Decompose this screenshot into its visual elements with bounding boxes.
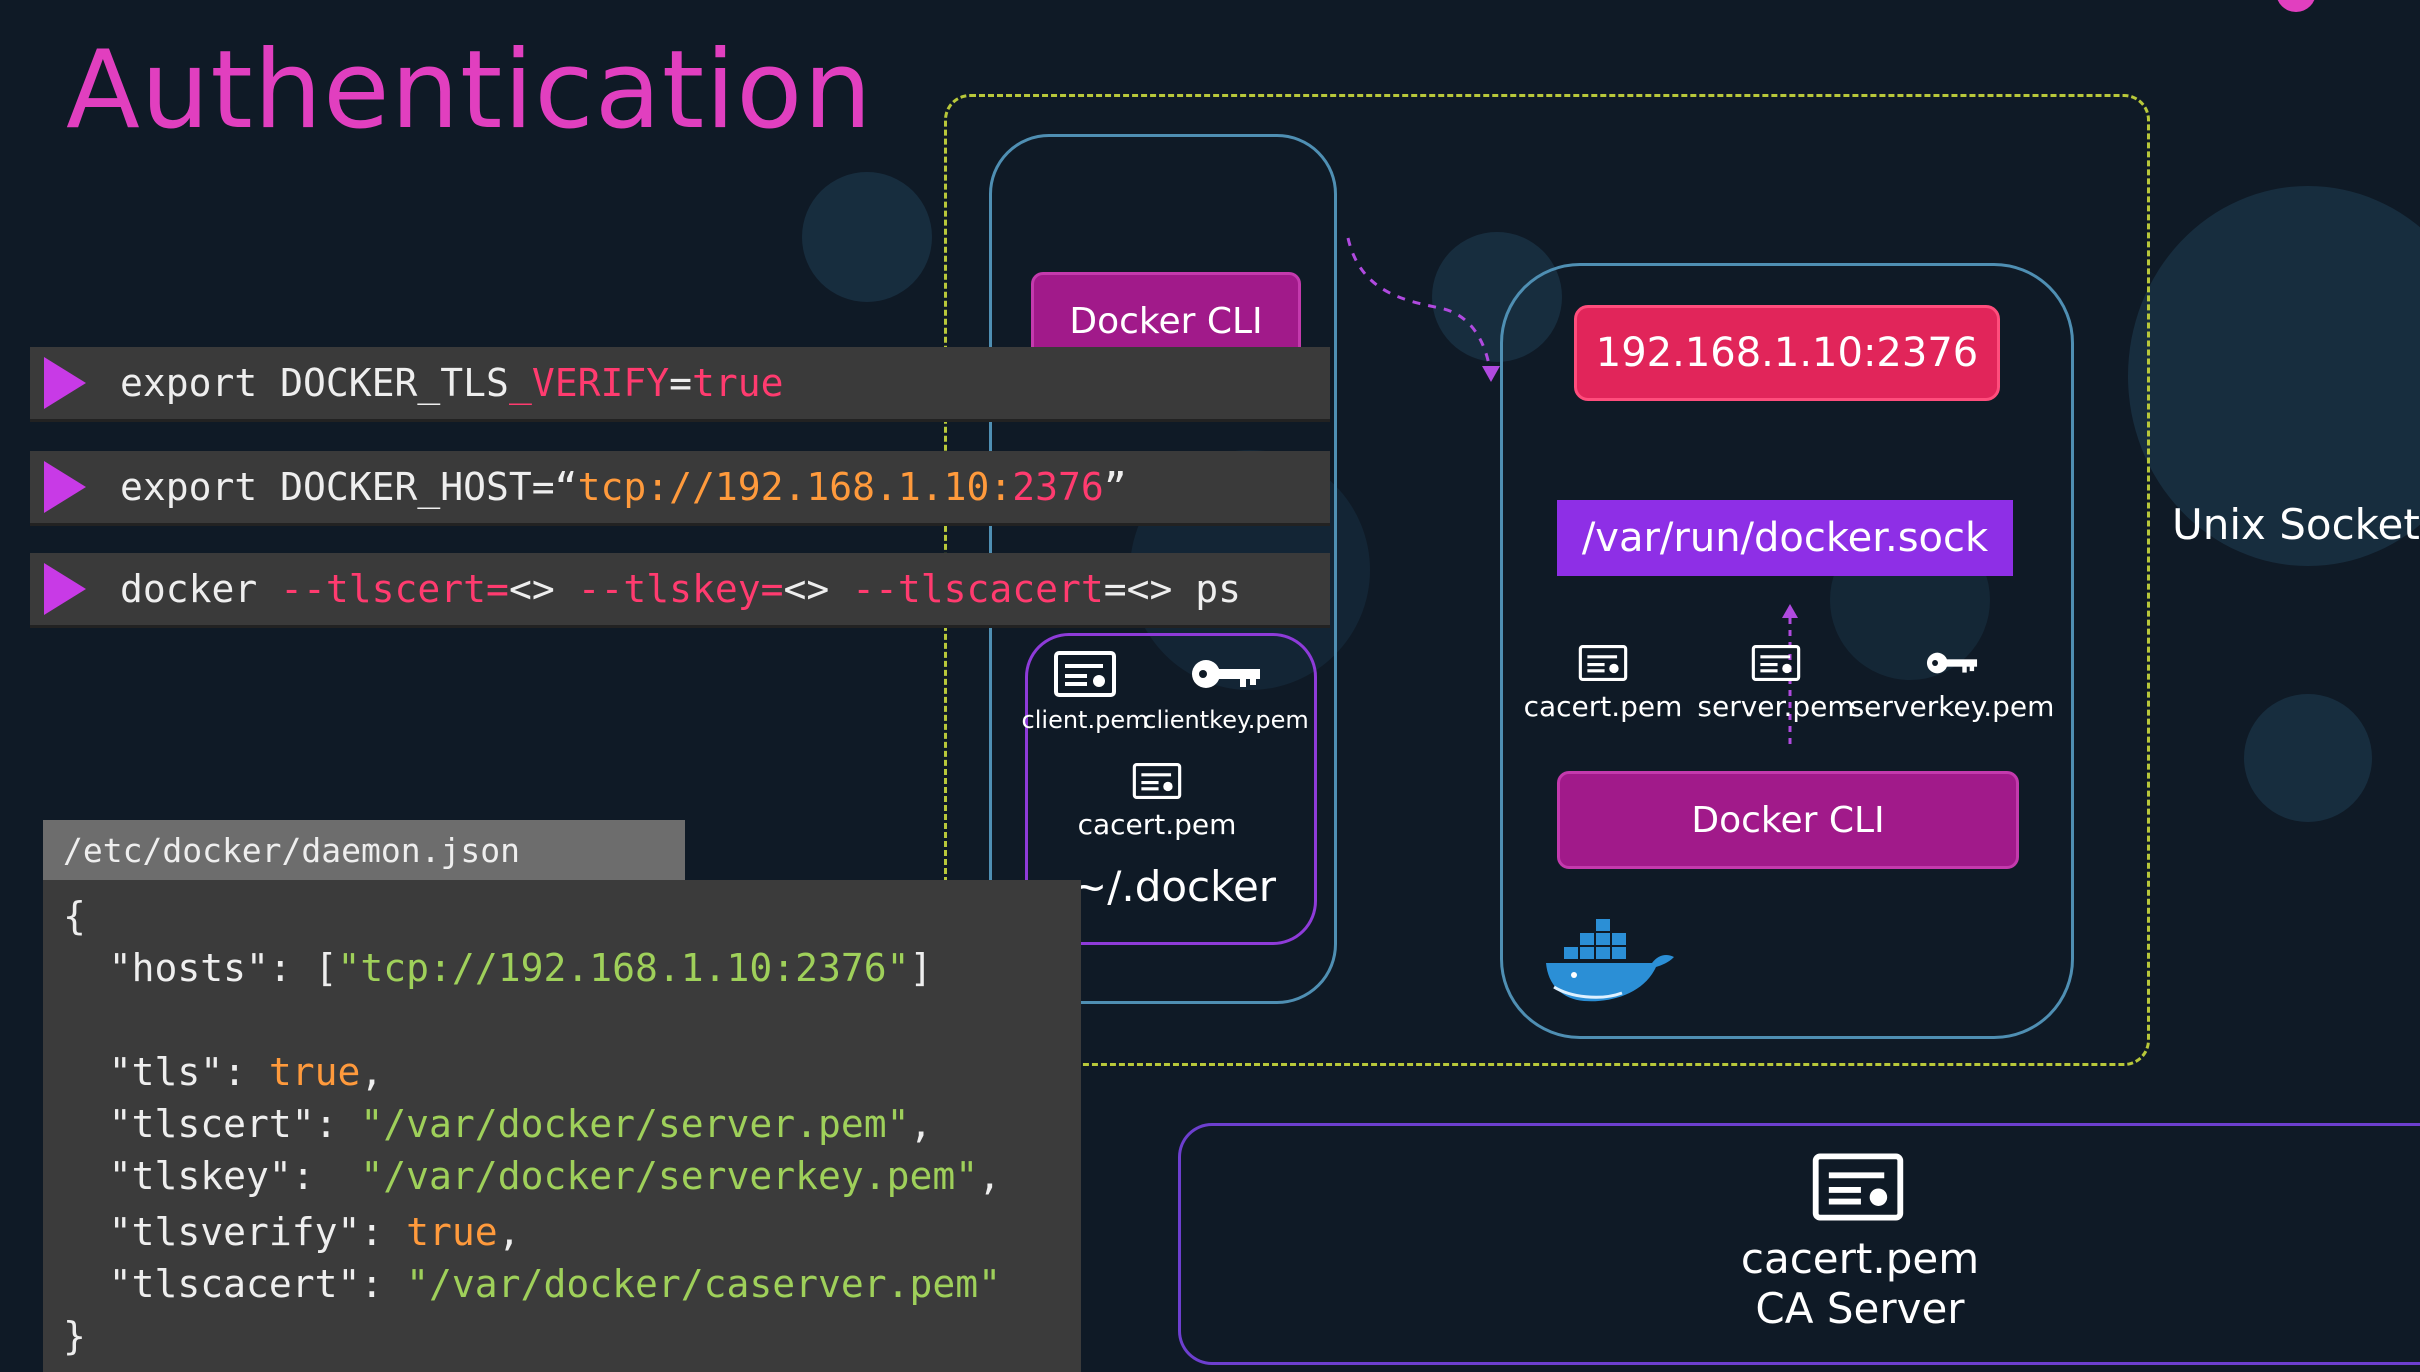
client-pem-label: client.pem: [1021, 706, 1149, 734]
ca-server-text: cacert.pem CA Server: [1700, 1234, 2020, 1334]
command-bar[interactable]: docker --tlscert=<> --tlskey=<> --tlscac…: [30, 553, 1330, 628]
code-line: "tls": true,: [63, 1050, 384, 1094]
code-token: "/var/docker/caserver.pem": [406, 1262, 1001, 1306]
serverkey-pem-label: serverkey.pem: [1849, 690, 2055, 723]
server-cacert-pem-label: cacert.pem: [1523, 690, 1683, 723]
slide-title: Authentication: [66, 28, 873, 153]
code-token: "tcp://192.168.1.10:2376": [337, 946, 910, 990]
code-token: <>: [508, 567, 578, 611]
code-line: }: [63, 1314, 86, 1358]
key-icon: [1192, 660, 1260, 688]
code-token: <>: [783, 567, 853, 611]
clientkey-pem-label: clientkey.pem: [1143, 706, 1309, 734]
play-icon: [44, 357, 86, 409]
connection-arrow: [1346, 237, 1500, 382]
code-token: }: [63, 1314, 86, 1358]
code-token: 2376: [1012, 465, 1104, 509]
code-line: "hosts": ["tcp://192.168.1.10:2376"]: [63, 946, 933, 990]
code-token: =: [669, 361, 692, 405]
command-bar[interactable]: export DOCKER_HOST=“tcp://192.168.1.10:2…: [30, 451, 1330, 526]
code-token: "tlscacert":: [63, 1262, 407, 1306]
home-docker-dir-label: ~/.docker: [1072, 862, 1277, 911]
server-address-pill: 192.168.1.10:2376: [1574, 305, 2000, 401]
code-token: ”: [1103, 465, 1127, 509]
key-icon: [1926, 652, 1978, 674]
clientkey-pem-file: clientkey.pem: [1143, 650, 1309, 734]
code-token: "/var/docker/serverkey.pem": [360, 1154, 979, 1198]
bg-bubble: [802, 172, 932, 302]
code-token: _VERIFY: [508, 361, 670, 405]
server-docker-cli[interactable]: Docker CLI: [1557, 771, 2019, 869]
code-token: "tlscert":: [63, 1102, 361, 1146]
code-line: "tlskey": "/var/docker/serverkey.pem",: [63, 1154, 1001, 1198]
client-cacert-pem-file: cacert.pem: [1072, 762, 1242, 841]
accent-dot: [2276, 0, 2316, 12]
bg-bubble: [2244, 694, 2372, 822]
code-token: true: [691, 361, 784, 405]
command-text: export DOCKER_TLS_VERIFY=true: [120, 361, 784, 405]
code-line: "tlsverify": true,: [63, 1210, 521, 1254]
code-token: --tlscert=: [280, 567, 509, 611]
daemon-json-path: /etc/docker/daemon.json: [63, 830, 520, 870]
code-token: ,: [497, 1210, 521, 1254]
code-token: --tlscacert: [852, 567, 1104, 611]
code-token: "/var/docker/server.pem": [360, 1102, 910, 1146]
code-line: {: [63, 894, 86, 938]
server-pem-file: server.pem: [1697, 644, 1855, 723]
code-token: "hosts": [: [63, 946, 338, 990]
certificate-icon: [1132, 763, 1182, 799]
ca-cert-file-label: cacert.pem: [1740, 1234, 1980, 1283]
command-text: export DOCKER_HOST=“tcp://192.168.1.10:2…: [120, 465, 1127, 509]
code-token: export DOCKER_TLS: [120, 361, 509, 405]
code-token: docker: [120, 567, 281, 611]
code-token: --tlskey=: [577, 567, 784, 611]
command-bar[interactable]: export DOCKER_TLS_VERIFY=true: [30, 347, 1330, 422]
command-text: docker --tlscert=<> --tlskey=<> --tlscac…: [120, 567, 1241, 611]
client-cacert-pem-label: cacert.pem: [1077, 808, 1237, 841]
play-icon: [44, 461, 86, 513]
certificate-icon: [1054, 651, 1116, 697]
code-token: export DOCKER_HOST=“: [120, 465, 578, 509]
server-cacert-pem-file: cacert.pem: [1520, 644, 1686, 723]
daemon-json-filename: /etc/docker/daemon.json: [43, 820, 685, 880]
code-token: {: [63, 894, 86, 938]
certificate-icon: [1578, 645, 1628, 681]
code-token: =<> ps: [1103, 567, 1242, 611]
play-icon: [44, 563, 86, 615]
code-token: tcp://192.168.1.10:: [577, 465, 1013, 509]
code-token: ,: [909, 1102, 933, 1146]
code-token: ,: [978, 1154, 1002, 1198]
certificate-icon: [1751, 645, 1801, 681]
docker-socket-path: /var/run/docker.sock: [1557, 500, 2013, 576]
code-token: "tlsverify":: [63, 1210, 407, 1254]
certificate-icon: [1812, 1153, 1904, 1221]
code-token: "tls":: [63, 1050, 269, 1094]
daemon-json-code: { "hosts": ["tcp://192.168.1.10:2376"] "…: [43, 880, 1081, 1372]
unix-socket-label: Unix Socket: [2172, 500, 2420, 549]
code-line: "tlscert": "/var/docker/server.pem",: [63, 1102, 933, 1146]
docker-whale-logo: [1546, 919, 1674, 1002]
code-token: true: [406, 1210, 498, 1254]
code-token: "tlskey":: [63, 1154, 361, 1198]
ca-server-label: CA Server: [1755, 1284, 1965, 1333]
code-token: true: [268, 1050, 361, 1094]
client-pem-file: client.pem: [1022, 650, 1148, 734]
code-token: ]: [909, 946, 933, 990]
server-pem-label: server.pem: [1697, 690, 1855, 723]
code-line: "tlscacert": "/var/docker/caserver.pem": [63, 1262, 1001, 1306]
serverkey-pem-file: serverkey.pem: [1850, 644, 2054, 723]
code-token: ,: [360, 1050, 384, 1094]
